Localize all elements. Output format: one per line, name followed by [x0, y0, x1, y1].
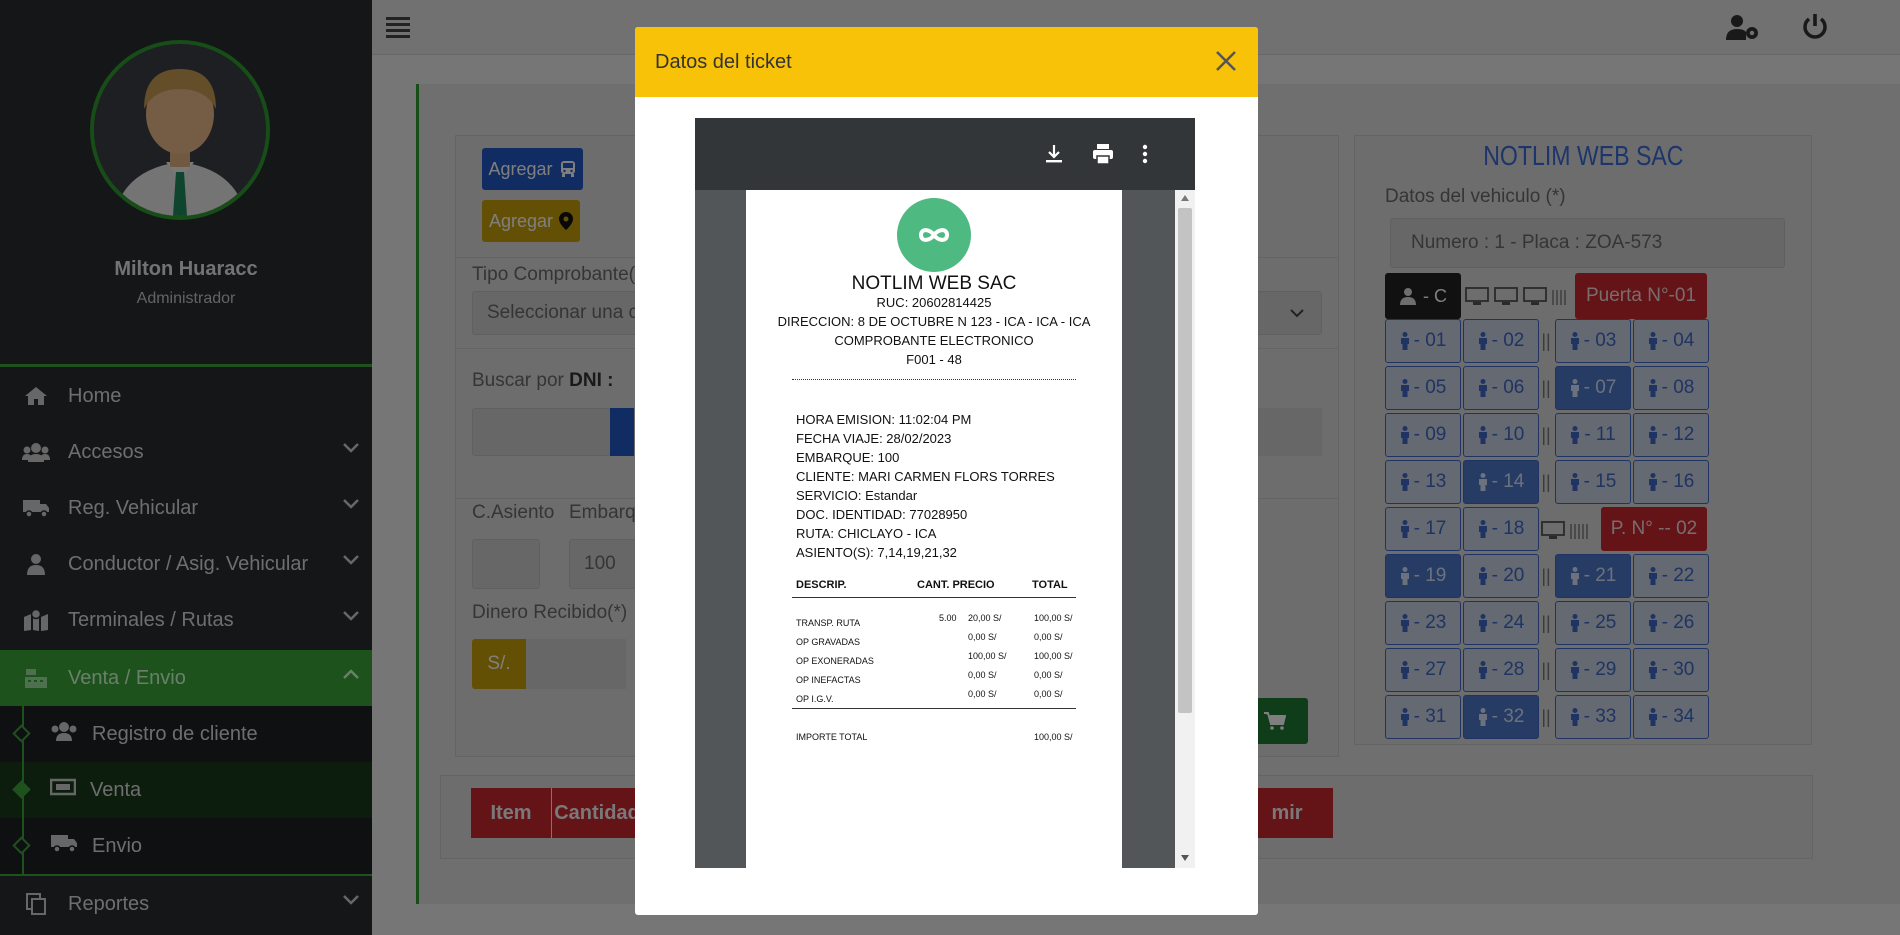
- ticket-doc: DOC. IDENTIDAD: 77028950: [796, 507, 968, 522]
- print-icon[interactable]: [1092, 143, 1114, 165]
- ticket-rule: [792, 708, 1076, 709]
- scrollbar-thumb[interactable]: [1178, 208, 1192, 713]
- ticket-row-total: 100,00 S/: [1034, 613, 1073, 623]
- ticket-row-desc: OP I.G.V.: [796, 694, 834, 704]
- ticket-row-precio: 0,00 S/: [968, 689, 997, 699]
- ticket-col-cant: CANT. PRECIO: [917, 579, 995, 591]
- ticket-cliente: CLIENTE: MARI CARMEN FLORS TORRES: [796, 469, 1055, 484]
- ticket-direccion: DIRECCION: 8 DE OCTUBRE N 123 - ICA - IC…: [777, 314, 1091, 329]
- ticket-asientos: ASIENTO(S): 7,14,19,21,32: [796, 545, 957, 560]
- ticket-separator: [792, 379, 1076, 380]
- ticket-ruta: RUTA: CHICLAYO - ICA: [796, 526, 937, 541]
- ticket-row-desc: OP GRAVADAS: [796, 637, 861, 647]
- ticket-company: NOTLIM WEB SAC: [851, 273, 1017, 294]
- ticket-tipo: COMPROBANTE ELECTRONICO: [834, 333, 1034, 348]
- ticket-row-total: 0,00 S/: [1034, 632, 1063, 642]
- ticket-servicio: SERVICIO: Estandar: [796, 488, 918, 503]
- download-icon[interactable]: [1045, 144, 1063, 164]
- ticket-hora: HORA EMISION: 11:02:04 PM: [796, 412, 972, 427]
- ticket-ruc: RUC: 20602814425: [876, 295, 992, 310]
- ticket-col-descrip: DESCRIP.: [796, 579, 847, 591]
- ticket-embarque: EMBARQUE: 100: [796, 450, 900, 465]
- ticket-row-desc: TRANSP. RUTA: [796, 618, 861, 628]
- ticket-fecha: FECHA VIAJE: 28/02/2023: [796, 431, 952, 446]
- ticket-row-precio: 100,00 S/: [968, 651, 1007, 661]
- scroll-down-icon[interactable]: [1181, 855, 1189, 861]
- pdf-toolbar: [695, 118, 1195, 190]
- ticket-row-precio: 20,00 S/: [968, 613, 1002, 623]
- pdf-scrollbar[interactable]: [1175, 190, 1195, 868]
- ticket-row-cant: 5.00: [939, 613, 957, 623]
- scroll-up-icon[interactable]: [1181, 195, 1189, 201]
- pdf-viewer: NOTLIM WEB SAC RUC: 20602814425 DIRECCIO…: [695, 118, 1195, 868]
- ticket-row-desc: OP INEFACTAS: [796, 675, 861, 685]
- company-logo: [897, 198, 971, 272]
- ticket-col-total: TOTAL: [1032, 579, 1068, 591]
- ticket-importe-label: IMPORTE TOTAL: [796, 732, 868, 742]
- ticket-row-total: 0,00 S/: [1034, 670, 1063, 680]
- ticket-row-precio: 0,00 S/: [968, 670, 997, 680]
- ticket-rule: [792, 597, 1076, 598]
- ticket-row-desc: OP EXONERADAS: [796, 656, 874, 666]
- ticket-importe-value: 100,00 S/: [1034, 732, 1073, 742]
- modal-title: Datos del ticket: [655, 50, 792, 73]
- more-vertical-icon[interactable]: [1142, 144, 1148, 164]
- ticket-row-total: 100,00 S/: [1034, 651, 1073, 661]
- ticket-modal: Datos del ticket NOTLIM WEB SAC RUC: 206…: [635, 27, 1258, 915]
- ticket-serie: F001 - 48: [906, 352, 962, 367]
- ticket-row-precio: 0,00 S/: [968, 632, 997, 642]
- modal-header: Datos del ticket: [635, 27, 1258, 97]
- ticket-page: NOTLIM WEB SAC RUC: 20602814425 DIRECCIO…: [746, 190, 1122, 868]
- ticket-row-total: 0,00 S/: [1034, 689, 1063, 699]
- close-icon[interactable]: [1210, 45, 1242, 77]
